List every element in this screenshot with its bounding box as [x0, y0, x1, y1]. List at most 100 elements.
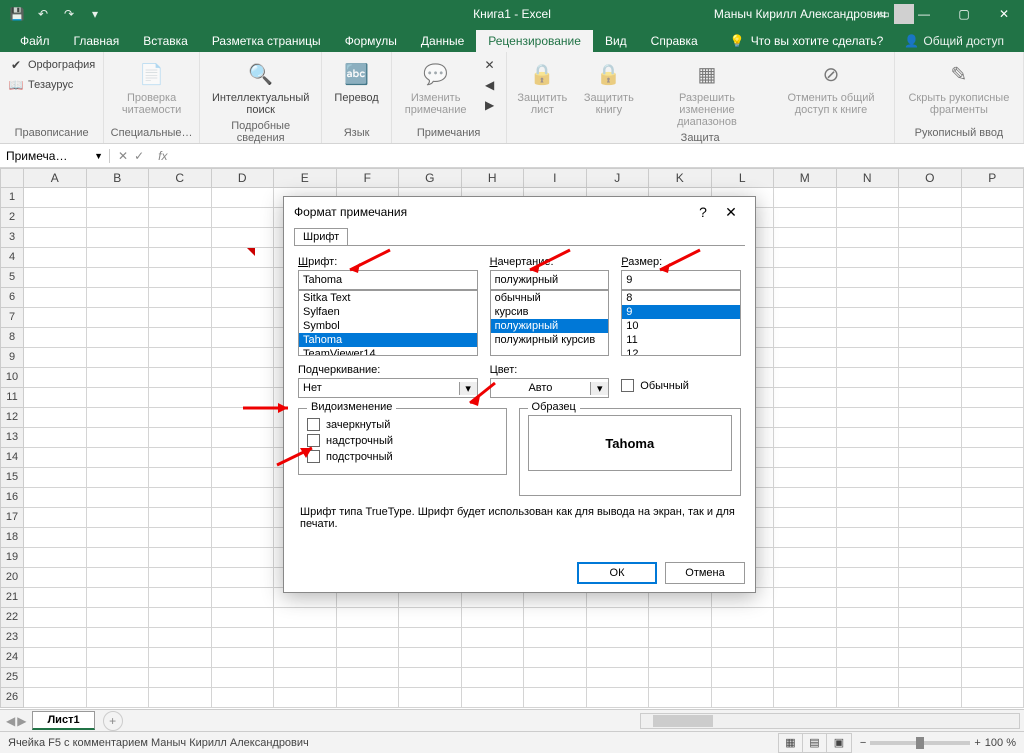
cell[interactable]: [87, 688, 150, 708]
cell[interactable]: [87, 288, 150, 308]
cell[interactable]: [212, 588, 275, 608]
cell[interactable]: [774, 628, 837, 648]
tab-layout[interactable]: Разметка страницы: [200, 30, 333, 52]
cell[interactable]: [899, 448, 962, 468]
font-input[interactable]: [298, 270, 478, 290]
cell[interactable]: [87, 488, 150, 508]
list-item[interactable]: 10: [622, 319, 740, 333]
cell[interactable]: [524, 608, 587, 628]
cell[interactable]: [212, 368, 275, 388]
cell[interactable]: [462, 628, 525, 648]
size-input[interactable]: [621, 270, 741, 290]
cell[interactable]: [962, 488, 1024, 508]
qat-dropdown-icon[interactable]: ▾: [84, 3, 106, 25]
cell[interactable]: [774, 668, 837, 688]
cell[interactable]: [212, 648, 275, 668]
column-header[interactable]: E: [274, 168, 337, 188]
cell[interactable]: [962, 188, 1024, 208]
cell[interactable]: [524, 688, 587, 708]
size-list[interactable]: 8910111214: [621, 290, 741, 356]
accept-fx-icon[interactable]: ✓: [134, 149, 144, 163]
cell[interactable]: [774, 348, 837, 368]
row-header[interactable]: 20: [0, 568, 24, 588]
list-item[interactable]: Symbol: [299, 319, 477, 333]
cell[interactable]: [962, 508, 1024, 528]
cell[interactable]: [149, 268, 212, 288]
cell[interactable]: [24, 548, 87, 568]
cell[interactable]: [87, 388, 150, 408]
row-header[interactable]: 18: [0, 528, 24, 548]
cell[interactable]: [712, 628, 775, 648]
horizontal-scrollbar[interactable]: [640, 713, 1020, 729]
cell[interactable]: [962, 408, 1024, 428]
column-header[interactable]: D: [212, 168, 275, 188]
cell[interactable]: [212, 228, 275, 248]
close-icon[interactable]: ✕: [984, 0, 1024, 28]
maximize-icon[interactable]: ▢: [944, 0, 984, 28]
cell[interactable]: [149, 588, 212, 608]
column-header[interactable]: I: [524, 168, 587, 188]
cell[interactable]: [774, 508, 837, 528]
row-header[interactable]: 22: [0, 608, 24, 628]
cell[interactable]: [837, 448, 900, 468]
cell[interactable]: [87, 328, 150, 348]
cancel-button[interactable]: Отмена: [665, 562, 745, 584]
cell[interactable]: [149, 668, 212, 688]
cell[interactable]: [212, 488, 275, 508]
add-sheet-button[interactable]: +: [103, 711, 123, 731]
cell[interactable]: [774, 308, 837, 328]
minimize-icon[interactable]: —: [904, 0, 944, 28]
column-header[interactable]: M: [774, 168, 837, 188]
row-header[interactable]: 2: [0, 208, 24, 228]
cell[interactable]: [87, 648, 150, 668]
cell[interactable]: [87, 408, 150, 428]
cell[interactable]: [899, 488, 962, 508]
list-item[interactable]: 8: [622, 291, 740, 305]
cell[interactable]: [149, 388, 212, 408]
cell[interactable]: [899, 528, 962, 548]
cell[interactable]: [899, 368, 962, 388]
cell[interactable]: [837, 268, 900, 288]
cell[interactable]: [524, 648, 587, 668]
cell[interactable]: [212, 448, 275, 468]
zoom-slider[interactable]: [870, 741, 970, 745]
row-header[interactable]: 8: [0, 328, 24, 348]
cell[interactable]: [774, 408, 837, 428]
cell[interactable]: [774, 468, 837, 488]
cell[interactable]: [962, 288, 1024, 308]
cell[interactable]: [212, 668, 275, 688]
cell[interactable]: [87, 548, 150, 568]
sheet-tab[interactable]: Лист1: [32, 711, 94, 730]
cell[interactable]: [899, 408, 962, 428]
cell[interactable]: [899, 568, 962, 588]
cell[interactable]: [774, 648, 837, 668]
cell[interactable]: [24, 188, 87, 208]
cell[interactable]: [837, 208, 900, 228]
cell[interactable]: [524, 628, 587, 648]
cell[interactable]: [774, 248, 837, 268]
cell[interactable]: [774, 528, 837, 548]
cell[interactable]: [149, 348, 212, 368]
cell[interactable]: [837, 348, 900, 368]
cell[interactable]: [149, 408, 212, 428]
cell[interactable]: [24, 628, 87, 648]
cell[interactable]: [212, 528, 275, 548]
cell[interactable]: [212, 208, 275, 228]
cell[interactable]: [962, 448, 1024, 468]
cell[interactable]: [149, 288, 212, 308]
cell[interactable]: [774, 208, 837, 228]
column-header[interactable]: K: [649, 168, 712, 188]
tab-home[interactable]: Главная: [62, 30, 132, 52]
cell[interactable]: [212, 268, 275, 288]
cell[interactable]: [837, 668, 900, 688]
column-header[interactable]: H: [462, 168, 525, 188]
cell[interactable]: [24, 508, 87, 528]
cell[interactable]: [87, 188, 150, 208]
row-header[interactable]: 19: [0, 548, 24, 568]
cell[interactable]: [87, 468, 150, 488]
cell[interactable]: [837, 688, 900, 708]
cell[interactable]: [774, 428, 837, 448]
tell-me[interactable]: 💡 Что вы хотите сделать?: [722, 30, 892, 52]
cell[interactable]: [712, 648, 775, 668]
delete-comment-button[interactable]: ✕: [480, 56, 500, 74]
